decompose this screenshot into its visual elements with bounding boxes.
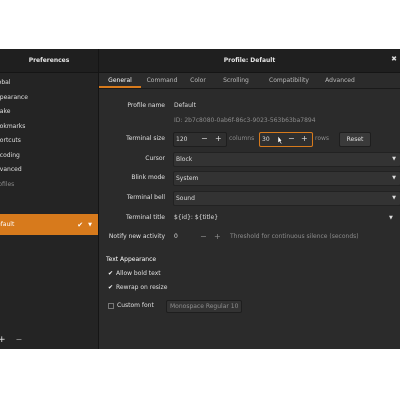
blink-mode-value: System — [176, 175, 199, 182]
checkmark-icon: ✔ — [108, 284, 114, 291]
cursor-value: Block — [176, 156, 193, 163]
preferences-window: Preferences lobal ppearance uake ookmark… — [0, 49, 400, 349]
tab-command[interactable]: Command — [141, 73, 183, 88]
sidebar-item-quake[interactable]: uake — [0, 105, 98, 120]
blink-mode-select[interactable]: System ▼ — [173, 171, 400, 186]
sidebar-item-label: uake — [0, 108, 11, 115]
tab-general[interactable]: General — [99, 73, 141, 88]
terminal-bell-value: Sound — [176, 195, 195, 202]
custom-font-label: Custom font — [117, 302, 154, 309]
blink-mode-label: Blink mode — [131, 174, 165, 181]
profile-actions: + − — [0, 330, 98, 349]
terminal-bell-row: Terminal bell Sound ▼ — [99, 191, 400, 206]
sidebar-item-label: ncoding — [0, 151, 20, 159]
tab-scrolling[interactable]: Scrolling — [213, 73, 259, 88]
close-icon[interactable]: ✖ — [391, 55, 397, 63]
checkmark-icon: ✔ — [108, 270, 114, 277]
sidebar-item-label: ppearance — [0, 93, 28, 101]
columns-spinbox[interactable]: 120 − + — [173, 132, 227, 147]
remove-profile-button[interactable]: − — [16, 335, 23, 344]
text-appearance-title: Text Appearance — [106, 256, 157, 263]
cursor-label: Cursor — [145, 155, 165, 162]
terminal-size-label: Terminal size — [126, 135, 165, 142]
decrement-columns-button[interactable]: − — [201, 132, 208, 145]
sidebar-item-global[interactable]: lobal — [0, 76, 98, 91]
main-header: Profile: Default ✖ — [99, 49, 400, 73]
tab-advanced[interactable]: Advanced — [319, 73, 361, 88]
increment-columns-button[interactable]: + — [215, 132, 222, 145]
notify-activity-value[interactable]: 0 — [174, 230, 178, 244]
tab-bar: General Command Color Scrolling Compatib… — [99, 73, 400, 89]
notify-activity-hint: Threshold for continuous silence (second… — [230, 233, 359, 240]
rows-label: rows — [315, 135, 330, 142]
columns-label: columns — [229, 135, 255, 142]
terminal-bell-label: Terminal bell — [126, 194, 165, 201]
decrement-activity-button[interactable]: − — [200, 230, 207, 243]
page-title: Profile: Default — [223, 57, 276, 64]
profile-id-row: ID: 2b7c8080-0ab6f-86c3-9023-563b63ba789… — [99, 114, 400, 128]
main-pane: Profile: Default ✖ General Command Color… — [99, 49, 400, 349]
chevron-down-icon[interactable]: ▼ — [389, 211, 393, 225]
add-profile-button[interactable]: + — [0, 335, 6, 345]
rewrap-checkbox[interactable]: ✔ Rewrap on resize — [108, 282, 167, 293]
profile-label: efault — [0, 221, 15, 228]
tab-color[interactable]: Color — [183, 73, 213, 88]
rows-value: 30 — [262, 136, 270, 143]
rows-spinbox[interactable]: 30 − + — [259, 132, 313, 147]
terminal-bell-select[interactable]: Sound ▼ — [173, 191, 400, 206]
reset-button[interactable]: Reset — [339, 132, 371, 147]
sidebar-title: Preferences — [0, 49, 98, 73]
sidebar-item-bookmarks[interactable]: ookmarks — [0, 120, 98, 135]
profile-id-text: ID: 2b7c8080-0ab6f-86c3-9023-563b63ba789… — [174, 117, 316, 124]
font-picker-button[interactable]: Monospace Regular 10 — [166, 300, 243, 313]
checkmark-icon: ✔ — [77, 220, 84, 229]
sidebar-list: lobal ppearance uake ookmarks hortcuts n… — [0, 76, 98, 192]
sidebar-item-profile-default[interactable]: efault ✔ ▼ — [0, 214, 98, 235]
columns-value: 120 — [176, 136, 188, 143]
sidebar-item-label: lobal — [0, 79, 11, 86]
checkbox-unchecked-icon — [108, 302, 114, 309]
increment-activity-button[interactable]: + — [214, 230, 221, 243]
terminal-title-label: Terminal title — [126, 214, 165, 221]
sidebar-item-appearance[interactable]: ppearance — [0, 91, 98, 106]
sidebar-item-advanced[interactable]: dvanced — [0, 163, 98, 178]
sidebar-section-profiles: rofiles — [0, 180, 15, 188]
sidebar-item-shortcuts[interactable]: hortcuts — [0, 134, 98, 149]
notify-activity-label: Notify new activity — [108, 233, 165, 240]
decrement-rows-button[interactable]: − — [288, 132, 295, 145]
increment-rows-button[interactable]: + — [301, 132, 308, 145]
chevron-down-icon: ▼ — [392, 156, 396, 162]
chevron-down-icon[interactable]: ▼ — [88, 222, 92, 228]
custom-font-checkbox[interactable]: Custom font — [108, 300, 154, 311]
blink-mode-row: Blink mode System ▼ — [99, 171, 400, 186]
mouse-cursor-icon — [278, 136, 282, 144]
sidebar-item-encoding[interactable]: ncoding — [0, 149, 98, 164]
rewrap-label: Rewrap on resize — [116, 284, 168, 291]
sidebar-item-label: hortcuts — [0, 137, 21, 144]
profile-name-field[interactable]: Default — [174, 99, 196, 113]
sidebar-item-label: ookmarks — [0, 122, 26, 130]
terminal-title-row: Terminal title ${id}: ${title} ▼ — [99, 211, 400, 225]
terminal-size-row: Terminal size 120 − + columns 30 − + row… — [99, 132, 400, 147]
sidebar: Preferences lobal ppearance uake ookmark… — [0, 49, 99, 349]
profile-name-label: Profile name — [127, 102, 165, 109]
sidebar-item-label: dvanced — [0, 166, 22, 173]
tab-compatibility[interactable]: Compatibility — [259, 73, 319, 88]
chevron-down-icon: ▼ — [392, 195, 396, 201]
cursor-select[interactable]: Block ▼ — [173, 152, 400, 167]
cursor-row: Cursor Block ▼ — [99, 152, 400, 167]
terminal-title-field[interactable]: ${id}: ${title} — [174, 211, 218, 225]
notify-activity-row: Notify new activity 0 − + Threshold for … — [99, 230, 400, 244]
profile-name-row: Profile name Default — [99, 99, 400, 113]
allow-bold-label: Allow bold text — [116, 270, 161, 277]
allow-bold-checkbox[interactable]: ✔ Allow bold text — [108, 268, 161, 279]
chevron-down-icon: ▼ — [392, 175, 396, 181]
